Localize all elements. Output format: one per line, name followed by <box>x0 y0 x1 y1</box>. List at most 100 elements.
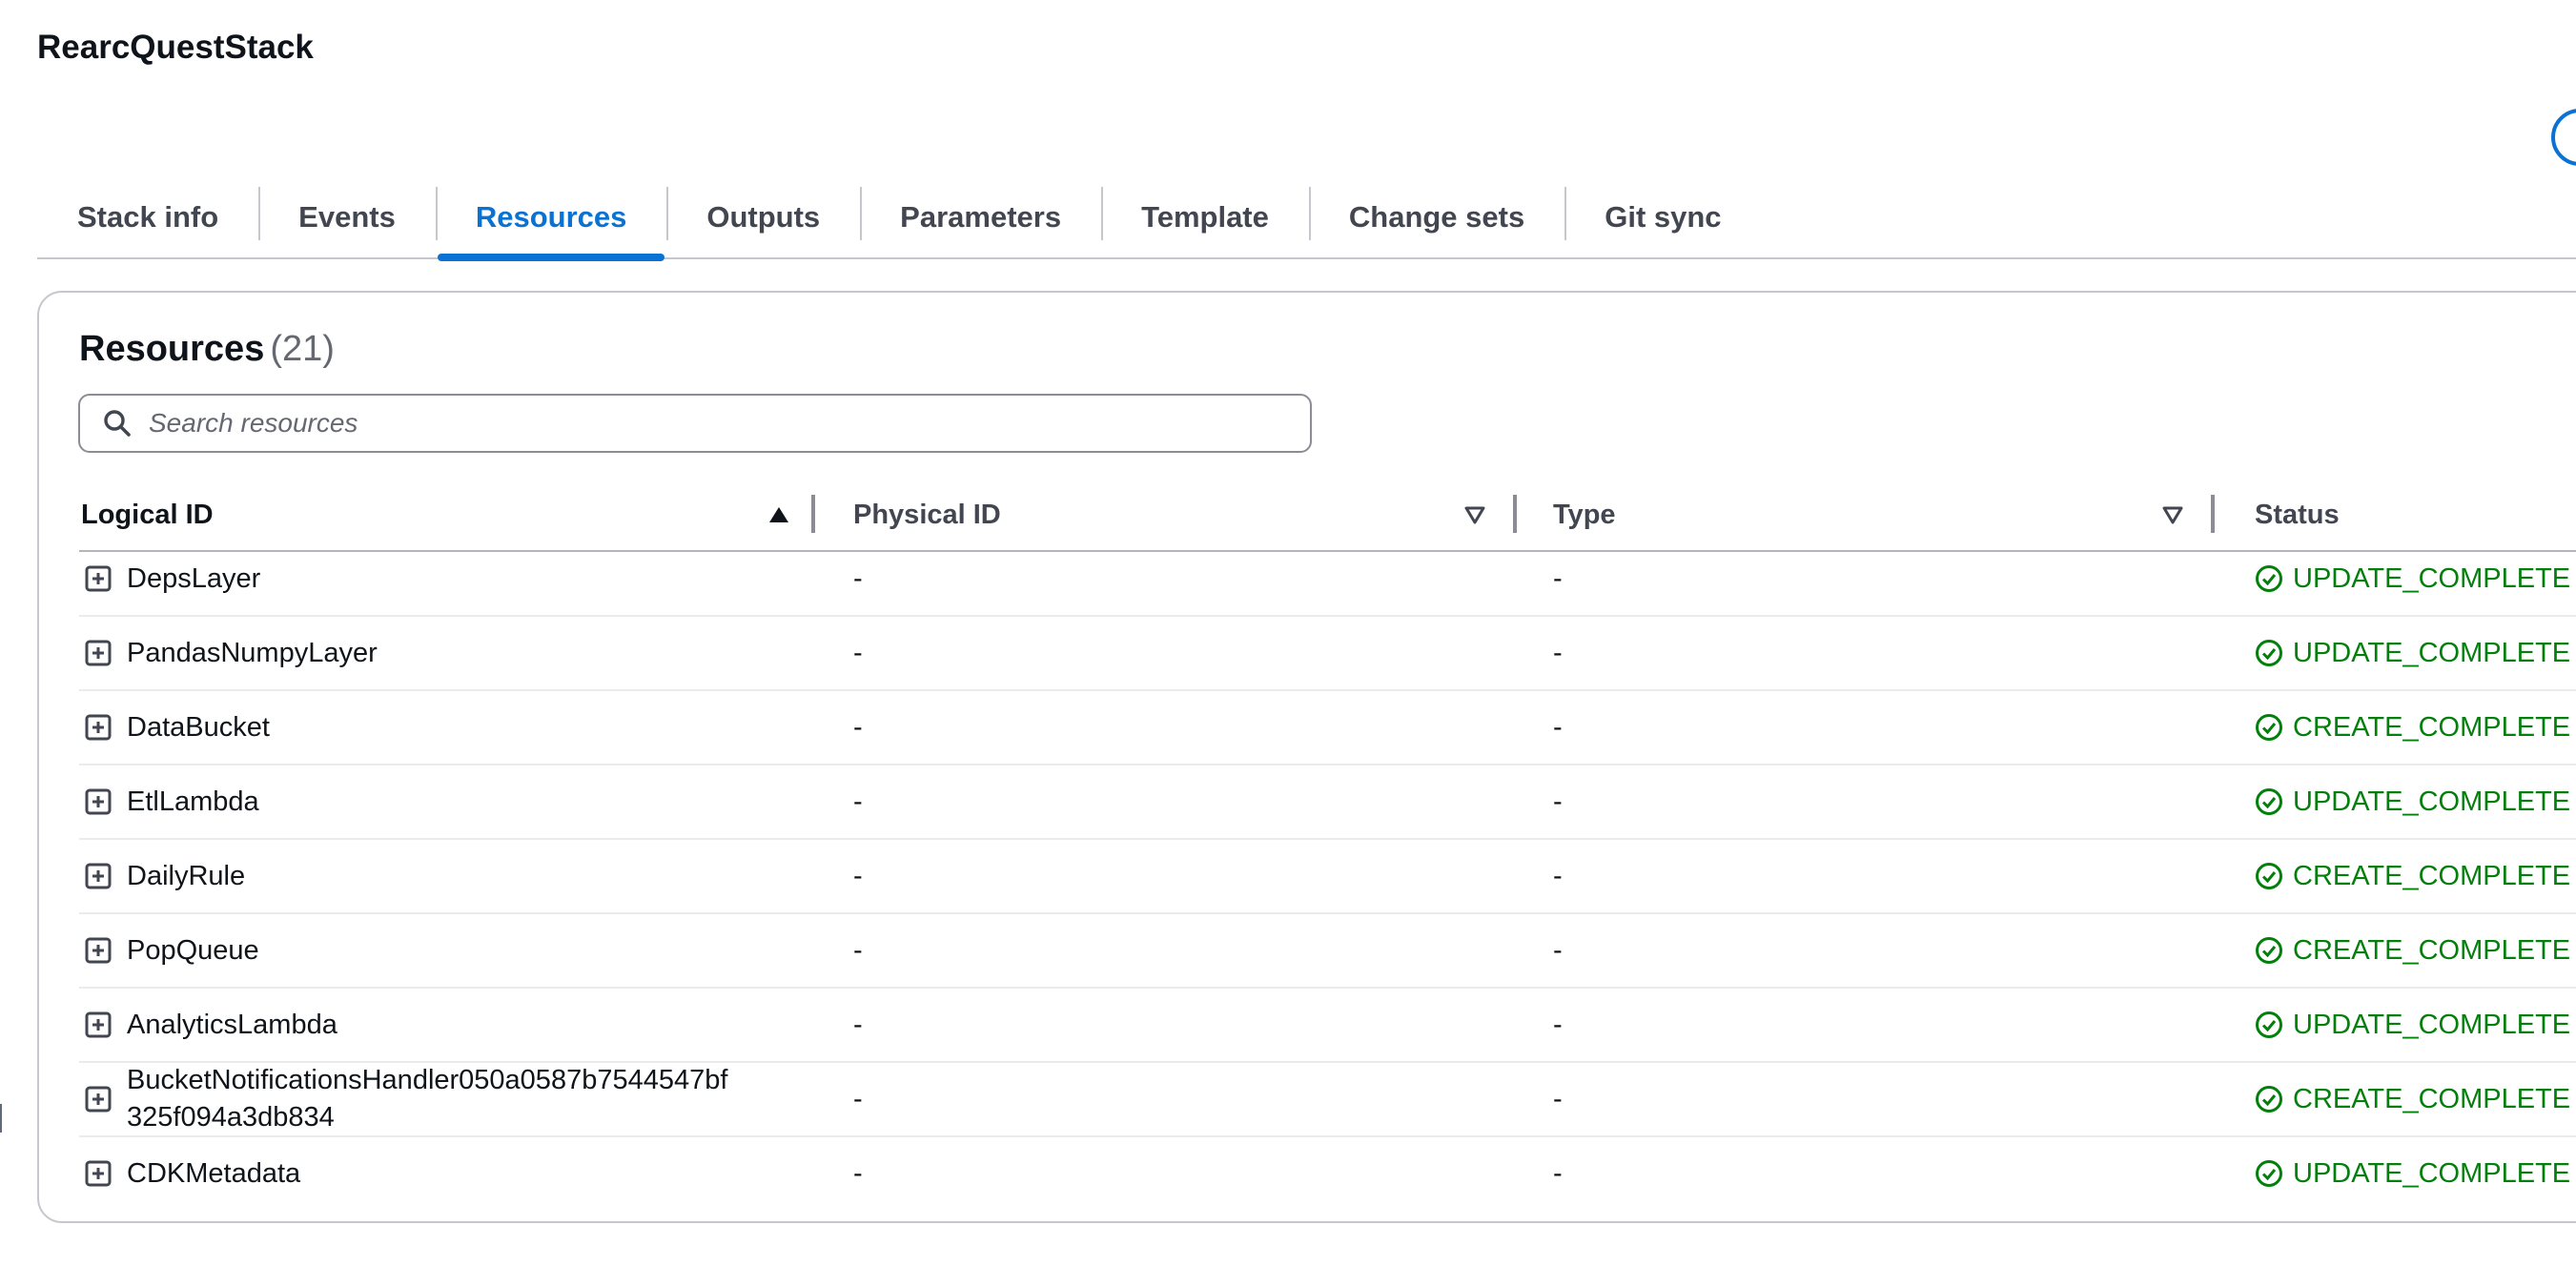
status-cell: UPDATE_COMPLETE <box>2255 766 2570 838</box>
logical-id-cell: DepsLayer <box>127 562 261 594</box>
column-resize-handle[interactable] <box>1513 495 1517 533</box>
table-row[interactable]: PandasNumpyLayer - - UPDATE_COMPLETE <box>79 617 2576 691</box>
resources-header: Resources (21) <box>79 329 335 370</box>
expand-plus-icon[interactable] <box>85 863 112 889</box>
expand-plus-icon[interactable] <box>85 1086 112 1113</box>
logical-id-cell: BucketNotificationsHandler050a0587b75445… <box>127 1063 727 1135</box>
table-header: Logical ID Physical ID Type Status <box>79 481 2576 552</box>
status-cell: CREATE_COMPLETE <box>2255 914 2570 987</box>
expand-plus-icon[interactable] <box>85 937 112 964</box>
logical-id-cell: AnalyticsLambda <box>127 1009 337 1040</box>
status-cell: UPDATE_COMPLETE <box>2255 989 2570 1061</box>
type-cell: - <box>1553 711 1563 743</box>
physical-id-cell: - <box>853 711 863 743</box>
table-row[interactable]: DataBucket - - CREATE_COMPLETE <box>79 691 2576 766</box>
status-text: UPDATE_COMPLETE <box>2293 786 2571 817</box>
type-cell: - <box>1553 934 1563 966</box>
logical-id-line: 325f094a3db834 <box>127 1102 335 1133</box>
status-cell: CREATE_COMPLETE <box>2255 1063 2570 1135</box>
physical-id-cell: - <box>853 1157 863 1189</box>
status-success-icon <box>2256 937 2282 964</box>
edge-divider <box>0 1104 2 1133</box>
page-title: RearcQuestStack <box>37 29 314 66</box>
resources-title: Resources <box>79 329 265 369</box>
status-cell: CREATE_COMPLETE <box>2255 691 2570 764</box>
logical-id-cell: DailyRule <box>127 860 246 891</box>
tab-stack-info[interactable]: Stack info <box>37 177 258 257</box>
status-success-icon <box>2256 714 2282 741</box>
table-row[interactable]: AnalyticsLambda - - UPDATE_COMPLETE <box>79 989 2576 1063</box>
status-success-icon <box>2256 1011 2282 1038</box>
type-cell: - <box>1553 637 1563 668</box>
logical-id-cell: CDKMetadata <box>127 1157 301 1189</box>
status-text: UPDATE_COMPLETE <box>2293 1157 2571 1189</box>
column-resize-handle[interactable] <box>2211 495 2215 533</box>
logical-id-cell: DataBucket <box>127 711 270 743</box>
logical-id-line: BucketNotificationsHandler050a0587b75445… <box>127 1065 728 1095</box>
type-cell: - <box>1553 1083 1563 1114</box>
status-cell: UPDATE_COMPLETE <box>2255 542 2570 615</box>
resources-count: (21) <box>270 329 335 369</box>
logical-id-cell: EtlLambda <box>127 786 259 817</box>
tab-parameters[interactable]: Parameters <box>860 177 1101 257</box>
expand-plus-icon[interactable] <box>85 565 112 592</box>
type-cell: - <box>1553 786 1563 817</box>
physical-id-cell: - <box>853 934 863 966</box>
type-cell: - <box>1553 1157 1563 1189</box>
expand-plus-icon[interactable] <box>85 1011 112 1038</box>
sort-descending-icon[interactable] <box>2161 503 2184 526</box>
status-text: CREATE_COMPLETE <box>2293 711 2571 743</box>
stack-tabs: Stack info Events Resources Outputs Para… <box>37 177 2576 261</box>
tab-template[interactable]: Template <box>1101 177 1309 257</box>
expand-plus-icon[interactable] <box>85 640 112 666</box>
column-resize-handle[interactable] <box>811 495 815 533</box>
status-success-icon <box>2256 863 2282 889</box>
table-row[interactable]: PopQueue - - CREATE_COMPLETE <box>79 914 2576 989</box>
physical-id-cell: - <box>853 860 863 891</box>
status-text: UPDATE_COMPLETE <box>2293 1009 2571 1040</box>
search-box[interactable] <box>78 394 1312 453</box>
tab-change-sets[interactable]: Change sets <box>1308 177 1564 257</box>
tab-events[interactable]: Events <box>258 177 436 257</box>
column-header-logical-id[interactable]: Logical ID <box>81 481 214 548</box>
table-row[interactable]: DepsLayer - - UPDATE_COMPLETE <box>79 542 2576 617</box>
table-row[interactable]: DailyRule - - CREATE_COMPLETE <box>79 840 2576 914</box>
search-icon <box>104 410 131 437</box>
column-header-type[interactable]: Type <box>1553 481 1616 548</box>
expand-plus-icon[interactable] <box>85 1160 112 1187</box>
status-cell: CREATE_COMPLETE <box>2255 840 2570 912</box>
physical-id-cell: - <box>853 562 863 594</box>
column-header-status[interactable]: Status <box>2255 481 2340 548</box>
physical-id-cell: - <box>853 1009 863 1040</box>
help-button[interactable] <box>2551 109 2576 166</box>
tab-outputs[interactable]: Outputs <box>666 177 860 257</box>
status-success-icon <box>2256 565 2282 592</box>
logical-id-cell: PopQueue <box>127 934 259 966</box>
table-row[interactable]: CDKMetadata - - UPDATE_COMPLETE <box>79 1137 2576 1210</box>
type-cell: - <box>1553 562 1563 594</box>
status-text: CREATE_COMPLETE <box>2293 1083 2571 1114</box>
physical-id-cell: - <box>853 786 863 817</box>
resources-panel: Resources(21) Logical ID Physical ID Typ… <box>37 291 2576 1223</box>
column-header-physical-id[interactable]: Physical ID <box>853 481 1001 548</box>
table-row[interactable]: EtlLambda - - UPDATE_COMPLETE <box>79 766 2576 840</box>
sort-descending-icon[interactable] <box>1463 503 1486 526</box>
tab-resources[interactable]: Resources <box>435 177 667 261</box>
table-row[interactable]: BucketNotificationsHandler050a0587b75445… <box>79 1063 2576 1137</box>
type-cell: - <box>1553 860 1563 891</box>
search-input[interactable] <box>147 407 1276 439</box>
status-success-icon <box>2256 788 2282 815</box>
status-success-icon <box>2256 1160 2282 1187</box>
physical-id-cell: - <box>853 637 863 668</box>
logical-id-cell: PandasNumpyLayer <box>127 637 378 668</box>
status-text: UPDATE_COMPLETE <box>2293 637 2571 668</box>
status-success-icon <box>2256 1086 2282 1113</box>
status-success-icon <box>2256 640 2282 666</box>
type-cell: - <box>1553 1009 1563 1040</box>
expand-plus-icon[interactable] <box>85 788 112 815</box>
expand-plus-icon[interactable] <box>85 714 112 741</box>
status-cell: UPDATE_COMPLETE <box>2255 1137 2570 1210</box>
tab-git-sync[interactable]: Git sync <box>1564 177 1761 257</box>
sort-ascending-icon[interactable] <box>767 503 790 526</box>
physical-id-cell: - <box>853 1083 863 1114</box>
